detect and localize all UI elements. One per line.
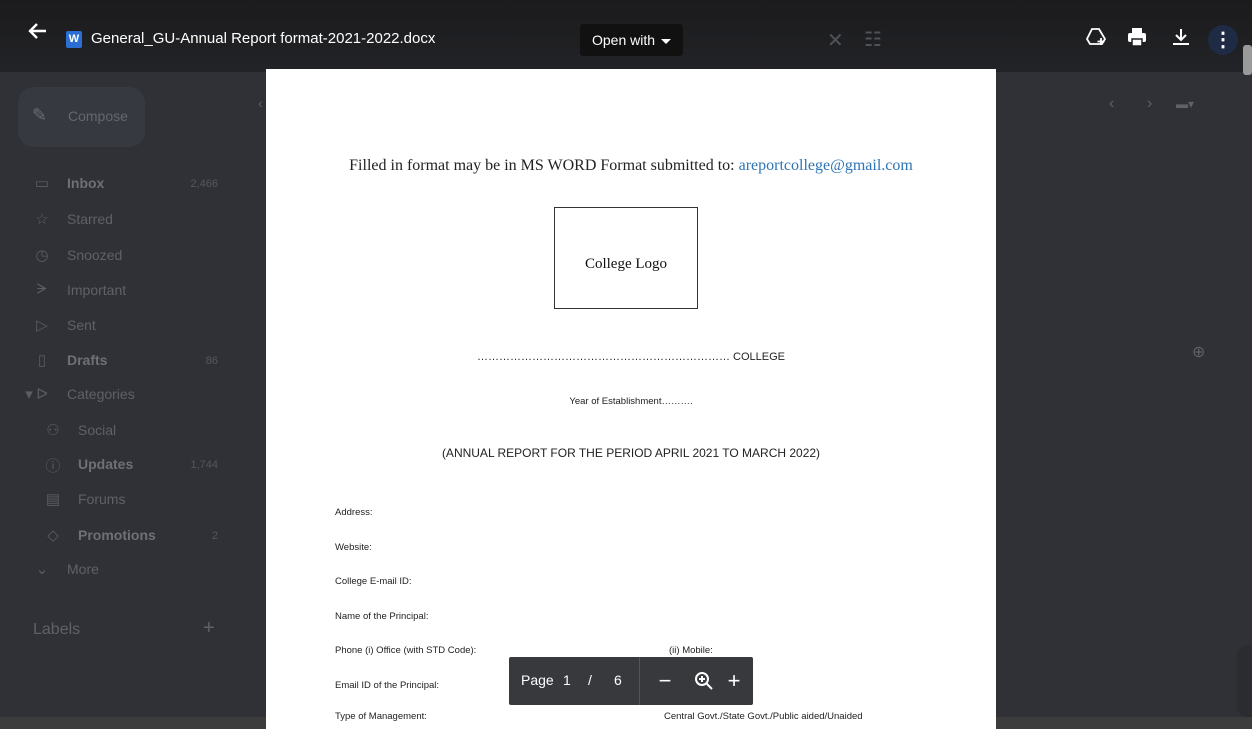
nav-item-forums: Forums [78, 491, 126, 507]
document-page: Filled in format may be in MS WORD Forma… [266, 69, 996, 729]
open-with-button[interactable]: Open with [580, 24, 684, 56]
scrollbar-thumb[interactable] [1243, 45, 1252, 75]
nav-item-more: More [67, 561, 99, 577]
field-college-email: College E-mail ID: [335, 576, 412, 587]
field-phone-office: Phone (i) Office (with STD Code): [335, 645, 477, 656]
pager-divider [639, 657, 640, 705]
info-icon: ⓘ [45, 458, 61, 475]
draft-icon: ▯ [37, 352, 47, 369]
social-icon: ⚇ [46, 422, 60, 439]
field-principal-email: Email ID of the Principal: [335, 680, 440, 691]
zoom-out-button[interactable]: − [652, 667, 678, 695]
inbox-icon: ▭ [34, 175, 50, 192]
nav-item-sent: Sent [67, 317, 96, 333]
pencil-icon: ✎ [32, 105, 48, 125]
forum-icon: ▤ [45, 491, 61, 508]
label-icon: ᐅ [36, 386, 48, 403]
word-file-icon: W [66, 31, 82, 48]
inbox-count: 2,466 [190, 178, 218, 190]
open-with-label: Open with [592, 32, 656, 48]
nav-item-starred: Starred [67, 211, 113, 227]
labels-heading: Labels [33, 621, 81, 638]
star-icon: ☆ [35, 211, 49, 228]
more-options-icon[interactable]: ⋮ [1208, 25, 1238, 55]
page-separator: / [588, 672, 592, 688]
submission-email-link[interactable]: areportcollege@gmail.com [739, 157, 913, 174]
chevron-down-icon: ⌄ [35, 561, 49, 578]
add-label-icon: + [203, 617, 215, 639]
important-icon: ᗒ [36, 281, 48, 298]
field-principal-name: Name of the Principal: [335, 611, 429, 622]
promotions-count: 2 [211, 530, 218, 542]
next-icon: › [1147, 95, 1153, 112]
drafts-count: 86 [205, 355, 218, 367]
caret-down-icon [661, 38, 672, 44]
nav-item-promotions: Promotions [78, 527, 156, 543]
print-icon[interactable] [1126, 26, 1150, 50]
field-address: Address: [335, 507, 373, 518]
zoom-icon[interactable] [691, 667, 717, 695]
keyboard-icon: ▬▾ [1176, 97, 1195, 111]
download-icon[interactable] [1170, 26, 1194, 50]
add-to-drive-icon[interactable] [1085, 26, 1109, 50]
nav-item-snoozed: Snoozed [67, 247, 123, 263]
side-panel-handle[interactable] [1237, 645, 1252, 717]
nav-item-categories: Categories [67, 386, 135, 402]
clock-icon: ◷ [35, 247, 49, 264]
total-pages: 6 [614, 672, 622, 688]
compose-label: Compose [68, 108, 128, 124]
page-navigator: Page 1 / 6 − + [509, 657, 753, 705]
college-logo-label: College Logo [584, 256, 668, 272]
college-name-line: …………………………………………………………… COLLEGE [476, 351, 786, 363]
viewer-toolbar: W General_GU-Annual Report format-2021-2… [0, 0, 1252, 72]
nav-item-drafts: Drafts [67, 352, 108, 368]
filter-icon-faded: ☷ [864, 29, 882, 51]
current-page-input[interactable]: 1 [563, 672, 571, 688]
nav-item-updates: Updates [78, 456, 134, 472]
updates-count: 1,744 [190, 459, 218, 471]
nav-item-inbox: Inbox [67, 175, 105, 191]
report-period-heading: (ANNUAL REPORT FOR THE PERIOD APRIL 2021… [441, 446, 821, 460]
collapse-icon: ‹ [258, 95, 263, 111]
field-website: Website: [335, 542, 372, 553]
field-mobile: (ii) Mobile: [669, 645, 713, 656]
nav-item-social: Social [78, 422, 117, 438]
year-of-establishment: Year of Establishment………. [569, 396, 693, 407]
prev-icon: ‹ [1109, 95, 1115, 112]
submission-instruction: Filled in format may be in MS WORD Forma… [266, 157, 996, 175]
file-title: General_GU-Annual Report format-2021-202… [91, 30, 436, 47]
close-icon-faded: ✕ [827, 30, 844, 52]
college-logo-placeholder: College Logo [554, 207, 698, 309]
compose-button: ✎ Compose [18, 87, 145, 147]
page-label: Page [521, 672, 554, 688]
nav-item-important: Important [67, 282, 127, 298]
drive-add-icon-faded: ⊕ [1192, 344, 1206, 361]
zoom-in-button[interactable]: + [721, 667, 747, 695]
instruction-text: Filled in format may be in MS WORD Forma… [349, 157, 739, 174]
back-arrow-icon[interactable] [26, 20, 50, 44]
tag-icon: ◇ [47, 527, 59, 544]
send-icon: ▷ [36, 317, 48, 334]
